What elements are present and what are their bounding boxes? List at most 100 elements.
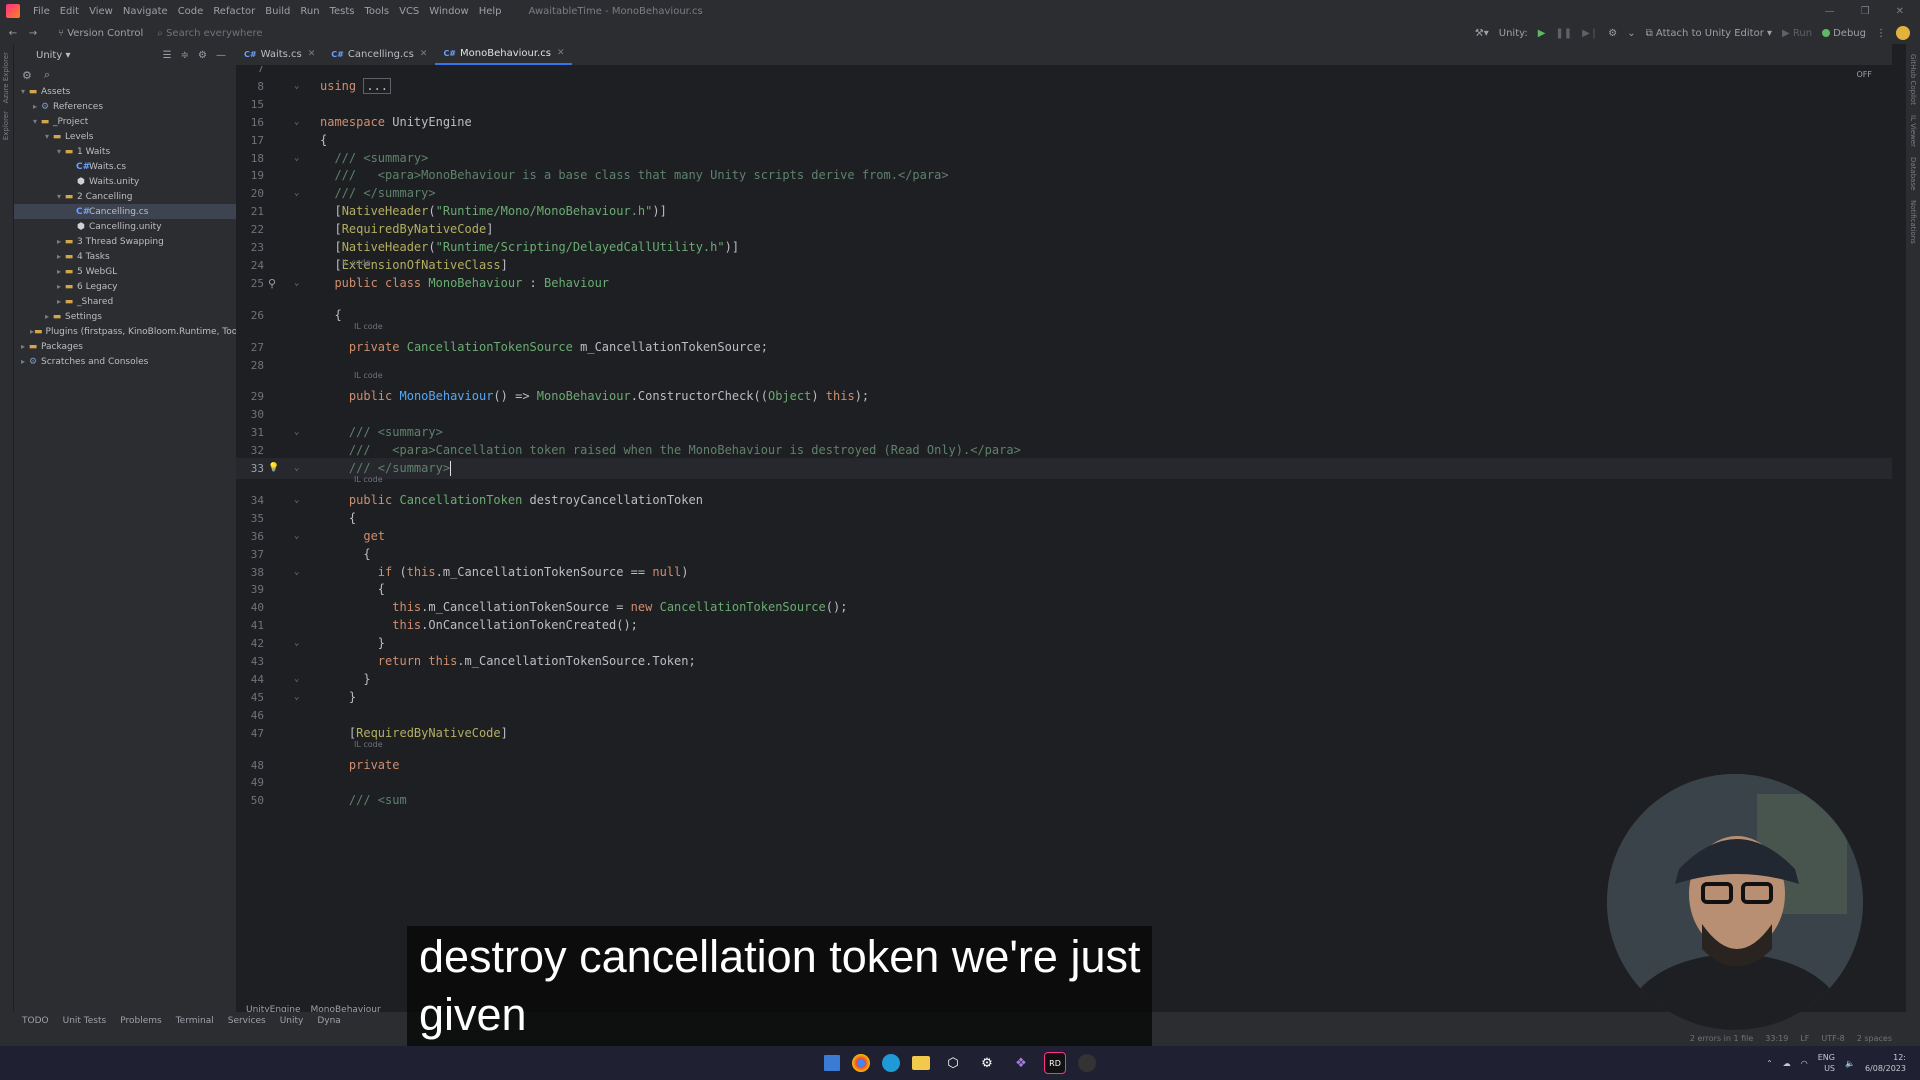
menu-code[interactable]: Code — [173, 6, 209, 17]
menu-build[interactable]: Build — [260, 6, 295, 17]
status-encoding[interactable]: UTF-8 — [1821, 1034, 1844, 1043]
expand-arrow-icon[interactable]: ▸ — [18, 357, 28, 366]
unity-icon[interactable]: ⚙ — [976, 1052, 998, 1074]
unity-hub-icon[interactable]: ⬡ — [942, 1052, 964, 1074]
code-line[interactable]: 33 ⌄ 💡 /// </summary> — [236, 458, 1892, 479]
line-number[interactable]: 33 — [236, 458, 264, 479]
tree-node[interactable]: ▾ ▬ Assets — [14, 84, 236, 99]
search-icon[interactable]: ⌕ — [44, 68, 50, 82]
il-code-hint[interactable]: IL code — [354, 371, 383, 380]
project-view-selector[interactable]: Unity ▾ — [36, 50, 70, 61]
tree-node[interactable]: ▸ ⚙ References — [14, 99, 236, 114]
il-code-hint[interactable]: IL code — [354, 322, 383, 331]
tree-node[interactable]: ▸ ⚙ Scratches and Consoles — [14, 354, 236, 369]
expand-arrow-icon[interactable]: ▸ — [54, 297, 64, 306]
menu-navigate[interactable]: Navigate — [118, 6, 173, 17]
run-button[interactable]: ▶ Run — [1782, 28, 1812, 39]
windows-start-icon[interactable] — [824, 1055, 840, 1071]
tree-node[interactable]: ▸ ▬ 3 Thread Swapping — [14, 234, 236, 249]
version-control-button[interactable]: ⑂ Version Control — [58, 28, 143, 39]
menu-tools[interactable]: Tools — [359, 6, 394, 17]
status-indent[interactable]: 2 spaces — [1857, 1034, 1892, 1043]
tree-node[interactable]: ▾ ▬ 1 Waits — [14, 144, 236, 159]
visual-studio-icon[interactable]: ❖ — [1010, 1052, 1032, 1074]
avatar[interactable] — [1896, 26, 1910, 40]
hammer-icon[interactable]: ⚒▾ — [1475, 28, 1489, 39]
bottom-tab-unit-tests[interactable]: Unit Tests — [63, 1016, 107, 1026]
il-code-hint[interactable]: IL code — [354, 740, 383, 749]
menu-view[interactable]: View — [84, 6, 118, 17]
code-line[interactable]: 28 — [236, 355, 1892, 376]
expand-arrow-icon[interactable]: ▾ — [54, 192, 64, 201]
tree-node[interactable]: ▾ ▬ Levels — [14, 129, 236, 144]
bottom-tab-todo[interactable]: TODO — [22, 1016, 49, 1026]
onedrive-icon[interactable]: ☁ — [1783, 1059, 1791, 1068]
tree-node[interactable]: ▸ ▬ 6 Legacy — [14, 279, 236, 294]
collapse-all-icon[interactable]: ≑ — [181, 50, 189, 61]
tray-chevron-icon[interactable]: ⌃ — [1766, 1059, 1773, 1068]
edge-icon[interactable] — [882, 1054, 900, 1072]
language-indicator[interactable]: ENG US — [1818, 1052, 1835, 1074]
menu-file[interactable]: File — [28, 6, 55, 17]
more-icon[interactable]: ⋮ — [1876, 28, 1886, 39]
menu-help[interactable]: Help — [474, 6, 507, 17]
editor-tab[interactable]: C# Cancelling.cs ✕ — [323, 43, 435, 65]
database-tab[interactable]: Database — [1909, 157, 1917, 190]
tree-node[interactable]: ▾ ▬ 2 Cancelling — [14, 189, 236, 204]
maximize-icon[interactable]: ❐ — [1861, 6, 1870, 17]
close-tab-icon[interactable]: ✕ — [557, 48, 565, 58]
unity-pause-icon[interactable]: ❚❚ — [1555, 28, 1572, 39]
tree-node[interactable]: ▸ ▬ Packages — [14, 339, 236, 354]
line-number[interactable]: 50 — [236, 790, 264, 811]
expand-arrow-icon[interactable]: ▾ — [42, 132, 52, 141]
tree-node[interactable]: ▸ ▬ 5 WebGL — [14, 264, 236, 279]
lightbulb-icon[interactable]: 💡 — [268, 458, 279, 479]
notifications-tab[interactable]: Notifications — [1909, 200, 1917, 244]
bottom-tab-unity[interactable]: Unity — [280, 1016, 304, 1026]
bottom-tab-dyna[interactable]: Dyna — [317, 1016, 340, 1026]
close-icon[interactable]: ✕ — [1896, 6, 1904, 17]
close-tab-icon[interactable]: ✕ — [420, 49, 428, 59]
expand-arrow-icon[interactable]: ▸ — [54, 267, 64, 276]
tree-node[interactable]: C# Cancelling.cs — [14, 204, 236, 219]
menu-tests[interactable]: Tests — [325, 6, 360, 17]
back-arrow-icon[interactable]: ← — [6, 28, 20, 39]
file-explorer-icon[interactable] — [912, 1056, 930, 1070]
editor-tab[interactable]: C# MonoBehaviour.cs ✕ — [435, 43, 573, 65]
code-line[interactable]: 47 [RequiredByNativeCode] — [236, 723, 1892, 744]
expand-arrow-icon[interactable]: ▸ — [30, 102, 40, 111]
menu-run[interactable]: Run — [295, 6, 324, 17]
github-copilot-tab[interactable]: GitHub Copilot — [1909, 54, 1917, 105]
volume-icon[interactable]: 🔈 — [1845, 1059, 1855, 1068]
search-everywhere[interactable]: ⌕ Search everywhere — [157, 28, 262, 39]
debug-button[interactable]: Debug — [1822, 28, 1866, 39]
code-line[interactable]: 26 { — [236, 305, 1892, 326]
code-line[interactable]: 50 /// <sum — [236, 790, 1892, 811]
tree-node[interactable]: ⬢ Cancelling.unity — [14, 219, 236, 234]
close-tab-icon[interactable]: ✕ — [308, 49, 316, 59]
il-code-hint[interactable]: IL code — [354, 475, 383, 484]
editor-tab[interactable]: C# Waits.cs ✕ — [236, 43, 323, 65]
fold-icon[interactable]: ⌄ — [294, 273, 299, 294]
forward-arrow-icon[interactable]: → — [26, 28, 40, 39]
expand-arrow-icon[interactable]: ▾ — [30, 117, 40, 126]
inheritors-gutter-icon[interactable]: ⚲ — [268, 273, 276, 294]
tree-node[interactable]: ▸ ▬ Settings — [14, 309, 236, 324]
line-number[interactable]: 26 — [236, 305, 264, 326]
menu-vcs[interactable]: VCS — [394, 6, 424, 17]
obs-icon[interactable] — [1078, 1054, 1096, 1072]
tree-node[interactable]: ⬢ Waits.unity — [14, 174, 236, 189]
expand-arrow-icon[interactable]: ▸ — [54, 252, 64, 261]
il-code-hint[interactable]: IL code — [342, 258, 371, 267]
fold-icon[interactable]: ⌄ — [294, 458, 299, 479]
expand-arrow-icon[interactable]: ▸ — [18, 342, 28, 351]
bottom-tab-problems[interactable]: Problems — [120, 1016, 161, 1026]
minimize-icon[interactable]: — — [1825, 6, 1835, 17]
tree-node[interactable]: ▸ ▬ Plugins (firstpass, KinoBloom.Runtime,… — [14, 324, 236, 339]
il-viewer-tab[interactable]: IL Viewer — [1909, 115, 1917, 147]
bottom-tab-services[interactable]: Services — [228, 1016, 266, 1026]
menu-window[interactable]: Window — [424, 6, 473, 17]
tree-node[interactable]: ▸ ▬ 4 Tasks — [14, 249, 236, 264]
line-number[interactable]: 25 — [236, 273, 264, 294]
chrome-icon[interactable] — [852, 1054, 870, 1072]
